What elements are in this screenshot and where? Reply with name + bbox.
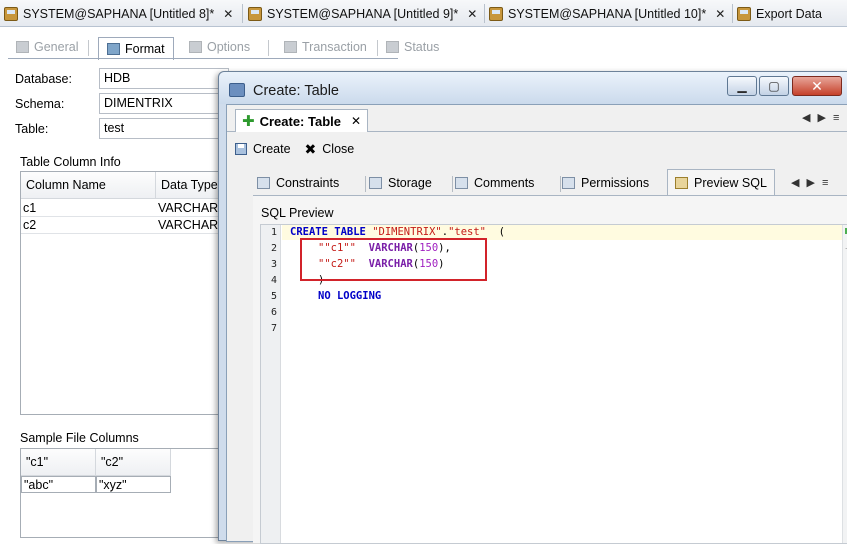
permissions-icon — [562, 177, 575, 189]
sample-file-title: Sample File Columns — [20, 431, 139, 445]
sample-file-grid[interactable]: "c1" "c2" "abc" "xyz" — [20, 448, 220, 538]
close-icon[interactable]: ✕ — [715, 7, 725, 21]
tab-separator — [88, 40, 89, 56]
overview-ruler[interactable]: → — [842, 225, 847, 543]
database-icon — [248, 7, 262, 21]
tab-separator — [268, 40, 269, 56]
editor-tab-strip: SYSTEM@SAPHANA [Untitled 8]* ✕ SYSTEM@SA… — [0, 0, 847, 27]
tab-separator — [484, 4, 485, 23]
export-data-icon — [737, 7, 751, 21]
storage-icon — [369, 177, 382, 189]
line-number: 4 — [270, 275, 277, 286]
tab-general[interactable]: General — [16, 36, 78, 58]
general-icon — [16, 41, 29, 53]
highlight-annotation — [300, 238, 487, 281]
editor-tab-untitled-8[interactable]: SYSTEM@SAPHANA [Untitled 8]* ✕ — [4, 3, 233, 25]
tab-permissions[interactable]: Permissions — [562, 171, 649, 195]
close-icon[interactable]: ✕ — [467, 7, 477, 21]
save-icon — [235, 143, 247, 155]
dialog-body: ✚ Create: Table ✕ ◀ ▶ ≡ Create ✖ Close C… — [226, 104, 847, 544]
window-icon — [229, 83, 245, 97]
inner-tab-bar: ✚ Create: Table ✕ ◀ ▶ ≡ — [227, 105, 847, 132]
close-window-button[interactable]: ✕ — [792, 76, 842, 96]
tab-nav-arrows[interactable]: ◀ ▶ ≡ — [791, 176, 830, 189]
tab-storage[interactable]: Storage — [369, 171, 432, 195]
minimize-button[interactable]: ▁ — [727, 76, 757, 96]
add-table-icon: ✚ — [242, 113, 255, 130]
table-cell[interactable]: "xyz" — [96, 476, 171, 493]
create-button[interactable]: Create — [253, 142, 291, 156]
tab-separator — [732, 4, 733, 23]
tab-options[interactable]: Options — [189, 36, 250, 58]
schema-label: Schema: — [15, 97, 65, 111]
line-number: 3 — [270, 259, 277, 270]
close-icon[interactable]: ✕ — [223, 7, 233, 21]
dialog-titlebar[interactable]: Create: Table ▁ ▢ ✕ — [219, 72, 847, 104]
inner-tab-create-table[interactable]: ✚ Create: Table ✕ — [235, 109, 369, 132]
maximize-button[interactable]: ▢ — [759, 76, 789, 96]
create-table-dialog: Create: Table ▁ ▢ ✕ ✚ Create: Table ✕ ◀ … — [218, 71, 847, 544]
editor-tab-export-data[interactable]: Export Data — [737, 3, 822, 25]
tab-separator — [377, 40, 378, 56]
line-number: 6 — [270, 307, 277, 318]
column-info-grid[interactable]: Column Name Data Type c1 VARCHAR c2 VARC… — [20, 171, 231, 415]
format-icon — [107, 43, 120, 55]
editor-tab-label: SYSTEM@SAPHANA [Untitled 8]* — [23, 7, 215, 21]
editor-tab-label: SYSTEM@SAPHANA [Untitled 9]* — [267, 7, 459, 21]
table-cell[interactable]: c2 — [21, 217, 156, 234]
constraints-icon — [257, 177, 270, 189]
column-header[interactable]: Column Name — [21, 172, 156, 199]
tab-format[interactable]: Format — [98, 37, 174, 60]
tab-preview-sql[interactable]: Preview SQL — [667, 169, 775, 195]
subtab-underline — [8, 58, 398, 59]
column-header[interactable]: "c2" — [96, 449, 171, 476]
editor-tab-untitled-9[interactable]: SYSTEM@SAPHANA [Untitled 9]* ✕ — [248, 3, 477, 25]
tab-nav-arrows[interactable]: ◀ ▶ ≡ — [802, 111, 841, 124]
tab-transaction[interactable]: Transaction — [284, 36, 367, 58]
sql-line-5: NO LOGGING — [318, 290, 382, 302]
database-field[interactable]: HDB — [99, 68, 229, 89]
database-icon — [489, 7, 503, 21]
table-cell[interactable]: c1 — [21, 200, 156, 217]
preview-sql-icon — [675, 176, 688, 189]
table-cell[interactable]: "abc" — [21, 476, 96, 493]
schema-field[interactable]: DIMENTRIX — [99, 93, 229, 114]
table-field[interactable]: test — [99, 118, 229, 139]
status-icon — [386, 41, 399, 53]
tab-separator — [560, 176, 561, 192]
dialog-toolbar: Create ✖ Close — [235, 140, 354, 158]
tab-separator — [365, 176, 366, 192]
tab-separator — [242, 4, 243, 23]
editor-tab-label: Export Data — [756, 7, 823, 21]
column-info-title: Table Column Info — [20, 155, 121, 169]
line-number-gutter: 1 2 3 4 5 6 7 — [261, 225, 281, 543]
line-number: 1 — [270, 227, 277, 238]
tab-constraints[interactable]: Constraints — [257, 171, 339, 195]
transaction-icon — [284, 41, 297, 53]
sql-preview-label: SQL Preview — [261, 206, 334, 220]
table-label: Table: — [15, 122, 49, 136]
line-number: 2 — [270, 243, 277, 254]
editor-tab-label: SYSTEM@SAPHANA [Untitled 10]* — [508, 7, 707, 21]
line-number: 7 — [270, 323, 277, 334]
dialog-title: Create: Table — [253, 83, 339, 99]
tab-comments[interactable]: Comments — [455, 171, 534, 195]
editor-tab-untitled-10[interactable]: SYSTEM@SAPHANA [Untitled 10]* ✕ — [489, 3, 725, 25]
tab-separator — [452, 176, 453, 192]
column-header[interactable]: "c1" — [21, 449, 96, 476]
dialog-tab-bar: Constraints Storage Comments Permissions… — [257, 169, 847, 195]
close-icon: ✖ — [304, 140, 317, 157]
database-icon — [4, 7, 18, 21]
tab-status[interactable]: Status — [386, 36, 439, 58]
database-label: Database: — [15, 72, 72, 86]
comments-icon — [455, 177, 468, 189]
close-button[interactable]: Close — [322, 142, 354, 156]
options-icon — [189, 41, 202, 53]
line-number: 5 — [270, 291, 277, 302]
close-icon[interactable]: ✕ — [351, 114, 361, 128]
